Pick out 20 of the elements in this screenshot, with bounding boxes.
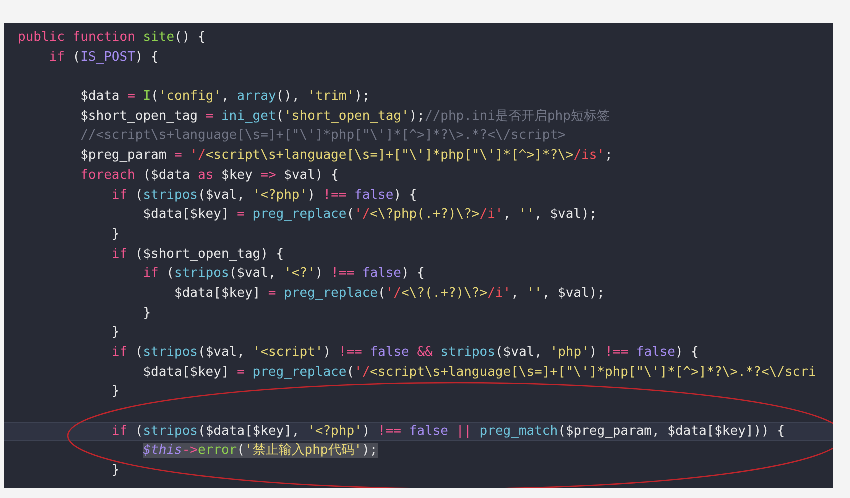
code-line: $data[$key] = preg_replace('/<script\s+language[\s=]+["\']*php["\']*[^>]*?\>.*?<\/scri <box>143 364 816 380</box>
code-line: } <box>112 384 120 400</box>
code-line: if (IS_POST) { <box>49 50 159 65</box>
code-line: if (stripos($val, '<script') !== false && stripos($val, 'php') !== false) { <box>112 345 699 360</box>
code-line: } <box>112 226 120 242</box>
code-line: foreach ($data as $key => $val) { <box>80 168 339 183</box>
code-line: public function site() { <box>18 30 206 45</box>
code-line: if (stripos($data[$key], '<?php') !== false || preg_match($preg_param, $data[$key])) { <box>112 424 786 439</box>
code-line: if (stripos($val, '<?') !== false) { <box>143 266 425 282</box>
code-line: } <box>112 325 120 340</box>
code-line: $data[$key] = preg_replace('/<\?(.+?)\?>/i', '', $val); <box>174 286 605 301</box>
code-line: } <box>112 463 120 478</box>
code-line: $preg_param = '/<script\s+language[\s=]+["\']*php["\']*[^>]*?\>/is'; <box>80 148 613 164</box>
code-line: if (stripos($val, '<?php') !== false) { <box>112 188 418 202</box>
code-line: $short_open_tag = ini_get('short_open_tag');//php.ini是否开启php短标签 <box>80 108 610 124</box>
code-line: $data[$key] = preg_replace('/<\?php(.+?)\?>/i', '', $val); <box>143 207 598 222</box>
code-line: } <box>143 306 152 321</box>
code-line: $data = I('config', array(), 'trim'); <box>80 89 370 104</box>
code-line: //<script\s+language[\s=]+["\']*php["\']*[^>]*?\>.*?<\/script> <box>80 128 566 144</box>
code-line: if ($short_open_tag) { <box>112 246 284 262</box>
